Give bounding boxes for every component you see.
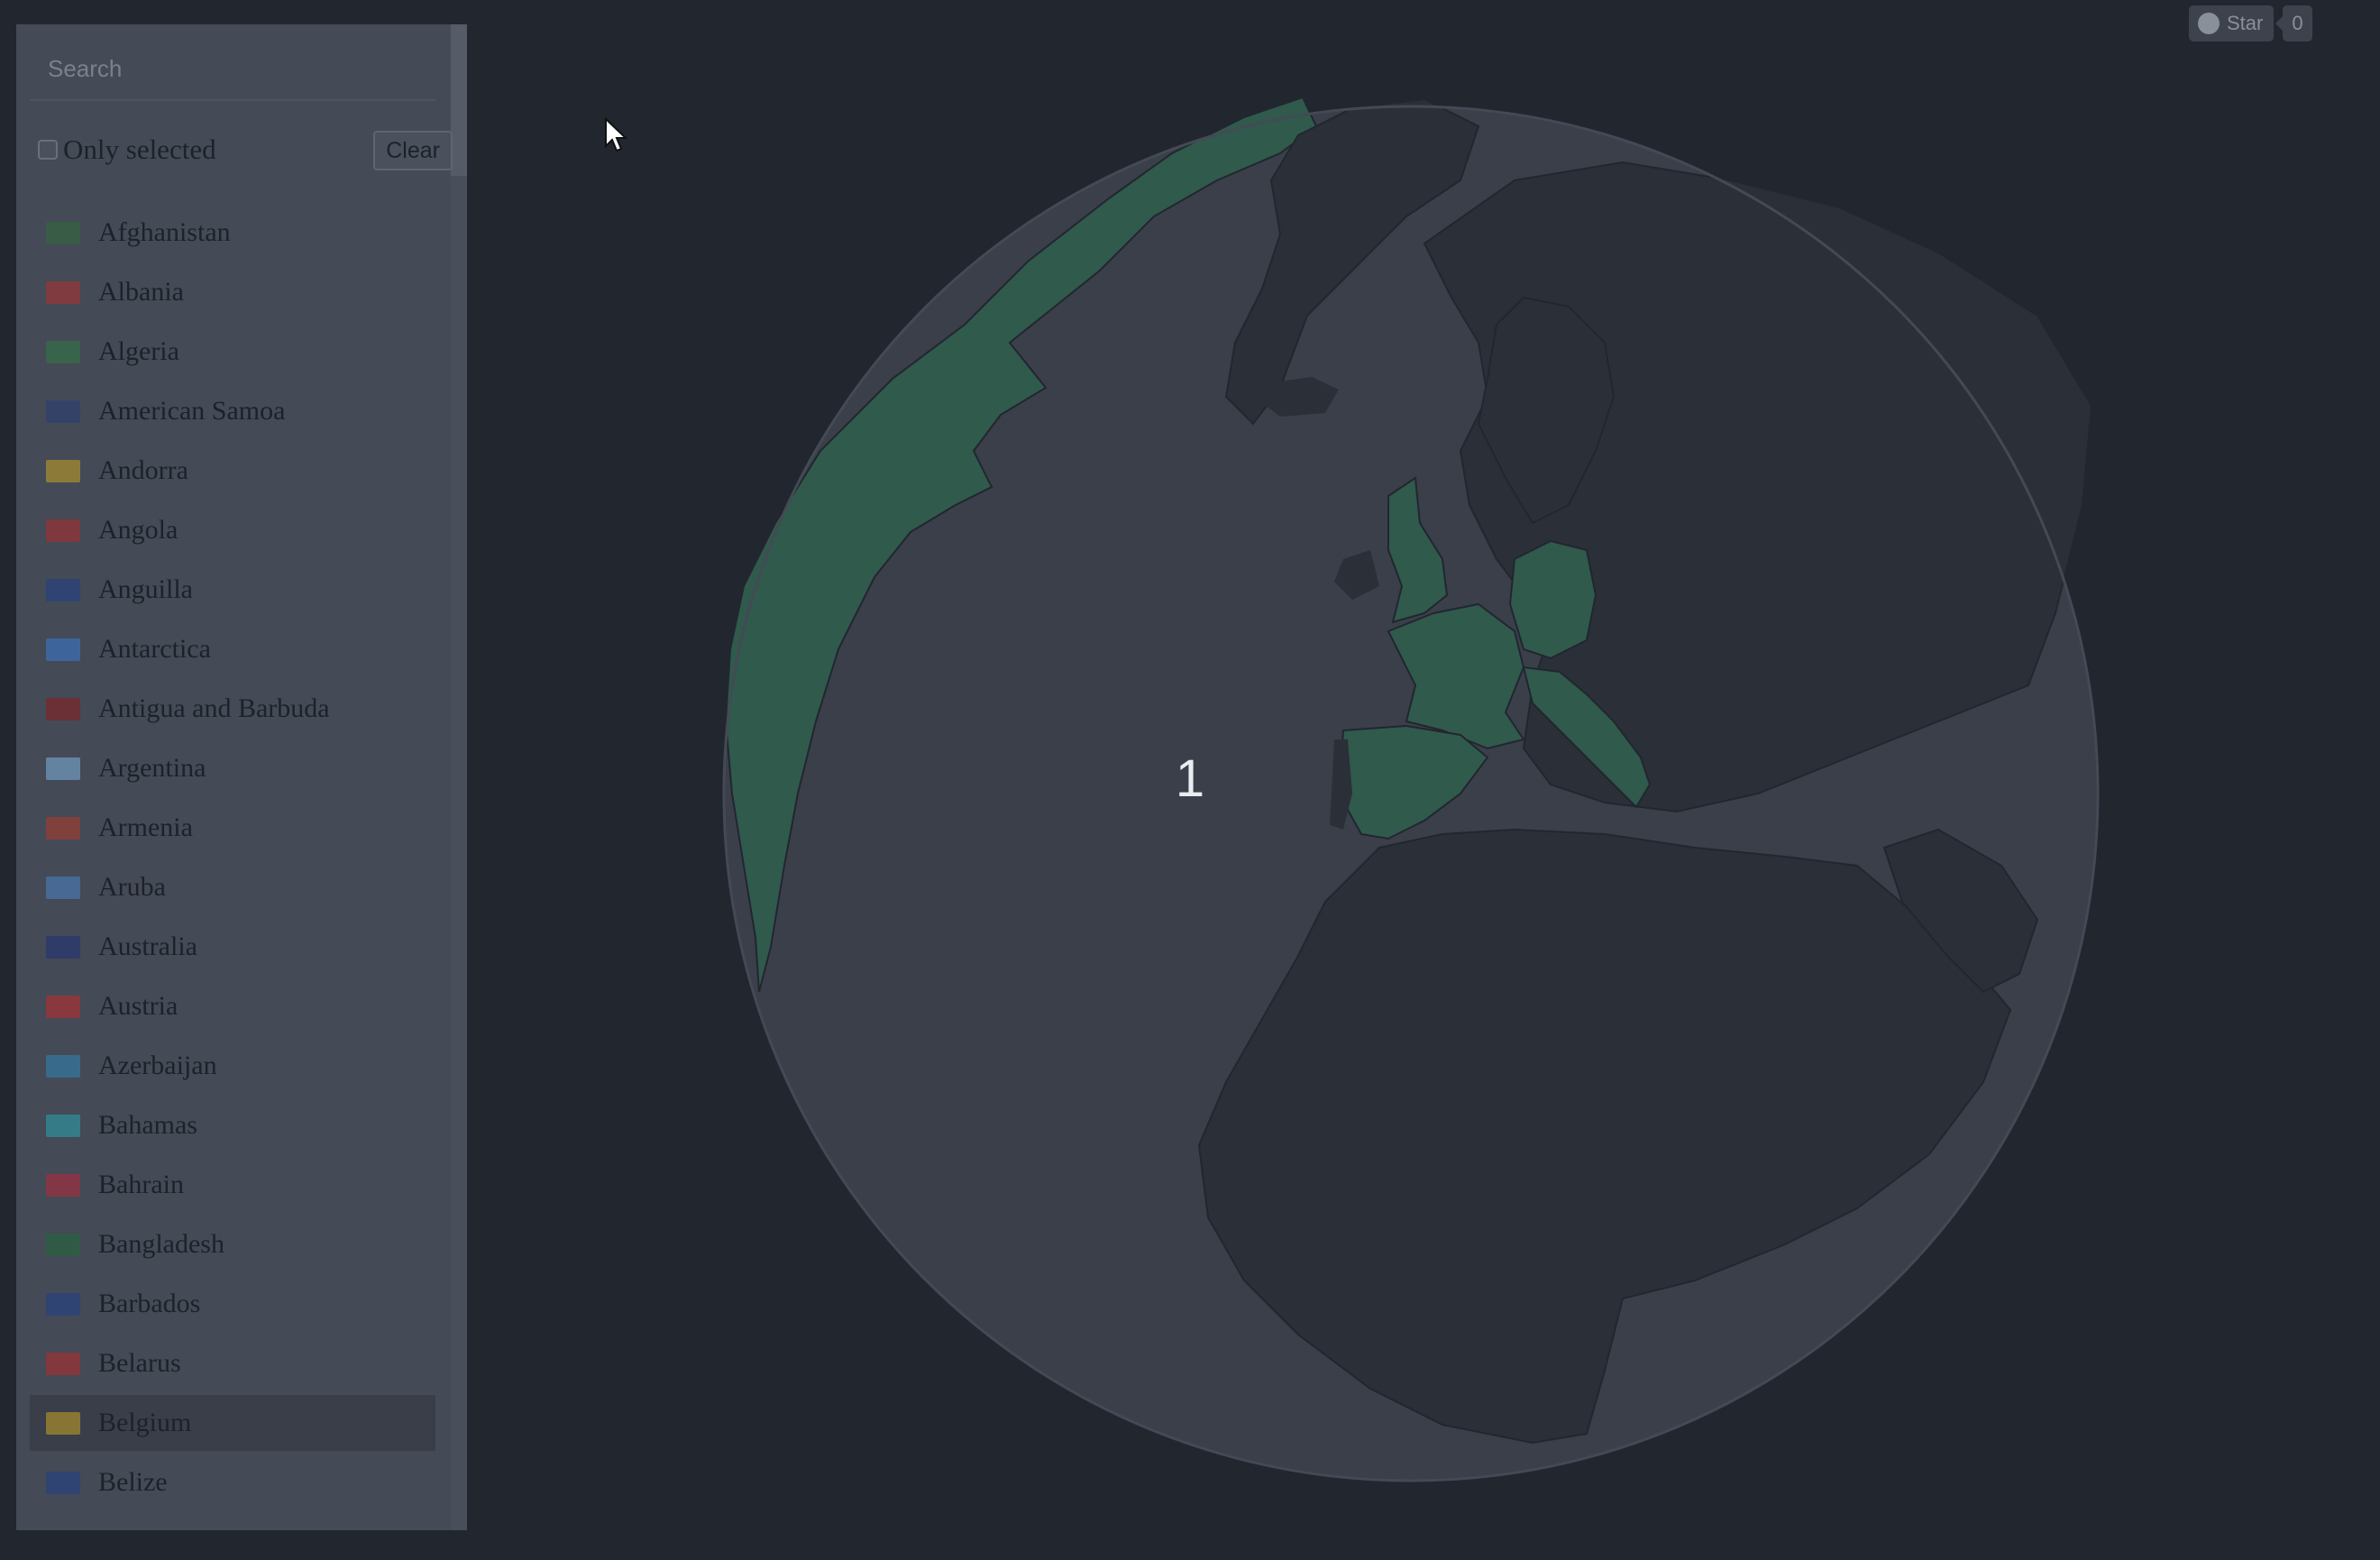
sidebar-scrollbar[interactable] [451,24,467,1530]
flag-icon [46,816,80,840]
country-name: Antarctica [98,634,211,664]
country-item[interactable]: Bahamas [30,1097,435,1153]
country-name: Bahrain [98,1170,184,1199]
flag-icon [46,221,80,244]
flag-icon [46,757,80,780]
country-name: Albania [98,277,184,307]
flag-icon [46,578,80,601]
flag-icon [46,1233,80,1256]
flag-icon [46,995,80,1018]
country-name: Belgium [98,1408,192,1437]
flag-icon [46,399,80,423]
mouse-cursor-icon [605,117,627,152]
github-star-count[interactable]: 0 [2275,5,2312,41]
only-selected-checkbox[interactable] [38,140,58,160]
flag-icon [46,1054,80,1078]
country-name: Algeria [98,336,179,366]
flag-icon [46,1114,80,1137]
country-item[interactable]: Belgium [30,1395,435,1451]
country-name: Barbados [98,1289,201,1318]
app-root: 1 Only selected Clear Afghanistan Albania… [0,0,2380,1560]
flag-icon [46,638,80,661]
country-item[interactable]: Antigua and Barbuda [30,681,435,737]
country-name: Anguilla [98,574,193,604]
flag-icon [46,280,80,304]
country-item[interactable]: Bangladesh [30,1216,435,1272]
flag-icon [46,876,80,899]
country-name: Andorra [98,455,188,485]
region-africa[interactable] [1197,828,2012,1445]
flag-icon [46,1173,80,1197]
country-item[interactable]: Armenia [30,800,435,856]
country-name: Benin [98,1527,163,1530]
country-name: Bahamas [98,1110,197,1140]
country-name: Bangladesh [98,1229,224,1259]
country-name: Angola [98,515,178,545]
country-item[interactable]: Bahrain [30,1157,435,1213]
sidebar-scroll-thumb[interactable] [451,24,467,176]
country-name: Azerbaijan [98,1051,217,1080]
country-item[interactable]: Austria [30,978,435,1034]
github-icon [2198,13,2220,34]
country-item[interactable]: American Samoa [30,383,435,439]
country-name: Armenia [98,812,193,842]
region-germany[interactable] [1508,539,1597,660]
selected-count-label: 1 [1175,749,1205,808]
country-name: Aruba [98,872,166,902]
country-item[interactable]: Aruba [30,859,435,915]
country-item[interactable]: Afghanistan [30,205,435,261]
country-item[interactable]: Andorra [30,443,435,499]
github-star-widget: Star 0 [2189,5,2312,41]
country-name: American Samoa [98,396,286,426]
flag-icon [46,1471,80,1494]
search-input[interactable] [30,38,435,101]
country-item[interactable]: Australia [30,919,435,975]
country-item[interactable]: Anguilla [30,562,435,618]
country-name: Argentina [98,753,206,783]
flag-icon [46,340,80,363]
flag-icon [46,935,80,959]
country-name: Australia [98,931,197,961]
country-name: Afghanistan [98,217,231,247]
country-name: Belarus [98,1348,181,1378]
country-item[interactable]: Belarus [30,1335,435,1391]
clear-button[interactable]: Clear [373,131,453,170]
only-selected-label[interactable]: Only selected [63,133,216,166]
github-star-label: Star [2227,12,2264,34]
country-item[interactable]: Angola [30,502,435,558]
country-item[interactable]: Azerbaijan [30,1038,435,1094]
country-item[interactable]: Argentina [30,740,435,796]
github-star-button[interactable]: Star [2189,5,2275,41]
flag-icon [46,697,80,720]
flag-icon [46,459,80,482]
country-item[interactable]: Algeria [30,324,435,380]
country-item[interactable]: Belize [30,1454,435,1510]
flag-icon [46,1352,80,1375]
country-item[interactable]: Benin [30,1514,435,1530]
country-name: Austria [98,991,178,1021]
country-name: Belize [98,1467,168,1497]
country-list: Afghanistan Albania Algeria American Samoa A… [30,205,435,1530]
country-item[interactable]: Barbados [30,1276,435,1332]
filter-row: Only selected Clear [38,127,453,172]
flag-icon [46,1411,80,1435]
flag-icon [46,518,80,542]
country-item[interactable]: Albania [30,264,435,320]
country-item[interactable]: Antarctica [30,621,435,677]
country-name: Antigua and Barbuda [98,693,330,723]
country-sidebar: Only selected Clear Afghanistan Albania Al… [16,24,467,1530]
flag-icon [46,1292,80,1316]
